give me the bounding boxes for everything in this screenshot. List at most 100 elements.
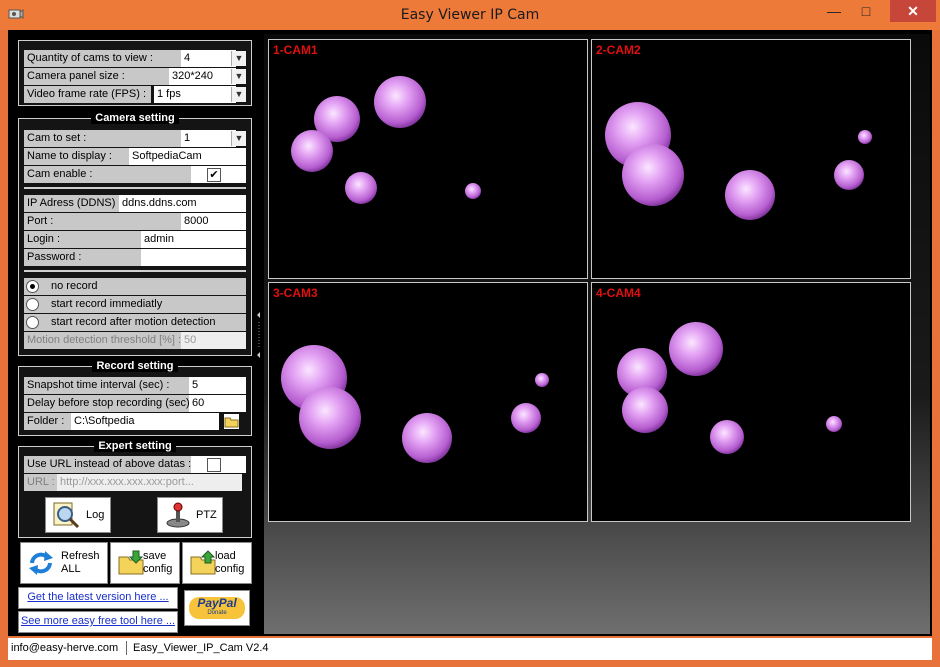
record-setting-title: Record setting — [92, 360, 178, 372]
save-label-line1: save — [143, 550, 167, 562]
save-config-button[interactable]: save config — [110, 542, 180, 584]
status-version: Easy_Viewer_IP_Cam V2.4 — [133, 642, 269, 654]
password-label: Password : — [24, 249, 141, 266]
quantity-row: Quantity of cams to view : 4 ▼ — [24, 50, 246, 67]
url-label: URL : — [24, 474, 57, 491]
cam-enable-label: Cam enable : — [24, 166, 191, 183]
refresh-icon — [29, 551, 53, 575]
use-url-label: Use URL instead of above datas : — [24, 456, 191, 473]
ip-input[interactable]: ddns.ddns.com — [119, 195, 246, 212]
latest-version-link-box: Get the latest version here ... — [18, 587, 178, 609]
status-bar: info@easy-herve.com Easy_Viewer_IP_Cam V… — [8, 638, 932, 660]
threshold-row: Motion detection threshold [%] : 50 — [24, 332, 246, 349]
view-settings-group: Quantity of cams to view : 4 ▼ Camera pa… — [18, 40, 252, 106]
paypal-logo: PayPal Donate — [189, 597, 245, 619]
delay-input[interactable]: 60 — [189, 395, 246, 412]
folder-browse-button[interactable] — [224, 414, 239, 429]
maximize-button[interactable]: □ — [852, 0, 880, 22]
camera-setting-title: Camera setting — [91, 112, 179, 124]
camera-panel-1[interactable]: 1-CAM1 — [268, 39, 588, 279]
folder-row: Folder : C:\Softpedia — [24, 413, 246, 430]
camera-feed-1 — [291, 76, 481, 204]
more-tools-link[interactable]: See more easy free tool here ... — [19, 615, 177, 627]
folder-input[interactable]: C:\Softpedia — [71, 413, 219, 430]
use-url-row: Use URL instead of above datas : — [24, 456, 246, 473]
camera-panel-2[interactable]: 2-CAM2 — [591, 39, 911, 279]
folder-label: Folder : — [24, 413, 71, 430]
record-option-row[interactable]: start record after motion detection — [24, 314, 246, 331]
paypal-brand: PayPal — [197, 596, 237, 610]
title-bar[interactable]: Easy Viewer IP Cam — □ ✕ — [0, 0, 940, 30]
password-row: Password : — [24, 249, 246, 266]
camera-feed-4 — [617, 322, 842, 454]
no-record-radio[interactable] — [26, 280, 39, 293]
cam-enable-checkbox[interactable]: ✔ — [207, 168, 221, 182]
chevron-down-icon[interactable]: ▼ — [231, 51, 246, 66]
settings-panel: Quantity of cams to view : 4 ▼ Camera pa… — [8, 30, 254, 636]
ip-row: IP Adress (DDNS) : ddns.ddns.com — [24, 195, 246, 212]
refresh-label-line1: Refresh — [61, 550, 100, 562]
port-input[interactable]: 8000 — [181, 213, 246, 230]
delay-row: Delay before stop recording (sec) : 60 — [24, 395, 246, 412]
refresh-label: Refresh ALL — [61, 550, 100, 576]
panel-splitter[interactable] — [256, 310, 262, 360]
record-option-row[interactable]: start record immediatly — [24, 296, 246, 313]
password-input[interactable] — [141, 249, 246, 266]
refresh-label-line2: ALL — [61, 563, 81, 575]
url-input[interactable]: http://xxx.xxx.xxx.xxx:port... — [57, 474, 242, 491]
chevron-down-icon[interactable]: ▼ — [231, 69, 246, 84]
display-name-row: Name to display : SoftpediaCam — [24, 148, 246, 165]
display-name-input[interactable]: SoftpediaCam — [129, 148, 246, 165]
record-option-row[interactable]: no record — [24, 278, 246, 295]
folder-icon — [224, 417, 239, 428]
threshold-input[interactable]: 50 — [181, 332, 246, 349]
camera-name-2: 2-CAM2 — [596, 43, 641, 57]
camera-setting-group: Camera setting Cam to set : 1 ▼ Name to … — [18, 112, 252, 356]
log-magnifier-icon — [53, 502, 80, 529]
fps-row: Video frame rate (FPS) : 1 fps ▼ — [24, 86, 246, 103]
cam-to-set-row: Cam to set : 1 ▼ — [24, 130, 246, 147]
load-folder-icon — [190, 550, 216, 575]
load-config-label: load config — [215, 550, 244, 576]
panel-size-row: Camera panel size : 320*240 ▼ — [24, 68, 246, 85]
panel-size-select[interactable]: 320*240 — [169, 68, 236, 85]
fps-select[interactable]: 1 fps — [154, 86, 236, 103]
window-title: Easy Viewer IP Cam — [400, 7, 540, 23]
cam-to-set-label: Cam to set : — [24, 130, 181, 147]
minimize-button[interactable]: — — [820, 0, 848, 22]
chevron-down-icon[interactable]: ▼ — [231, 131, 246, 146]
login-input[interactable]: admin — [141, 231, 246, 248]
paypal-donate-button[interactable]: PayPal Donate — [184, 590, 250, 626]
record-setting-group: Record setting Snapshot time interval (s… — [18, 360, 252, 436]
divider — [24, 187, 246, 189]
snapshot-input[interactable]: 5 — [189, 377, 246, 394]
refresh-all-button[interactable]: Refresh ALL — [20, 542, 108, 584]
record-immediately-label: start record immediatly — [24, 296, 246, 313]
log-button[interactable]: Log — [45, 497, 111, 533]
snapshot-label: Snapshot time interval (sec) : — [24, 377, 189, 394]
record-immediately-radio[interactable] — [26, 298, 39, 311]
latest-version-link[interactable]: Get the latest version here ... — [19, 591, 177, 603]
cam-enable-row: Cam enable : ✔ — [24, 166, 246, 183]
camera-panel-4[interactable]: 4-CAM4 — [591, 282, 911, 522]
ptz-label: PTZ — [196, 509, 217, 521]
paypal-donate-text: Donate — [207, 610, 227, 616]
camera-grid: 1-CAM1 2-CAM2 3-CAM3 4-CAM4 — [264, 34, 930, 634]
chevron-down-icon[interactable]: ▼ — [231, 87, 246, 102]
snapshot-row: Snapshot time interval (sec) : 5 — [24, 377, 246, 394]
fps-label: Video frame rate (FPS) : — [24, 86, 151, 103]
ptz-button[interactable]: PTZ — [157, 497, 223, 533]
record-motion-radio[interactable] — [26, 316, 39, 329]
url-row: URL : http://xxx.xxx.xxx.xxx:port... — [24, 474, 246, 491]
login-label: Login : — [24, 231, 141, 248]
load-config-button[interactable]: load config — [182, 542, 252, 584]
load-label-line2: config — [215, 563, 245, 575]
quantity-select[interactable]: 4 — [181, 50, 236, 67]
cam-to-set-select[interactable]: 1 — [181, 130, 236, 147]
camera-panel-3[interactable]: 3-CAM3 — [268, 282, 588, 522]
use-url-checkbox[interactable] — [207, 458, 221, 472]
expert-setting-group: Expert setting Use URL instead of above … — [18, 440, 252, 538]
close-button[interactable]: ✕ — [890, 0, 936, 22]
camera-name-1: 1-CAM1 — [273, 43, 318, 57]
panel-size-label: Camera panel size : — [24, 68, 169, 85]
